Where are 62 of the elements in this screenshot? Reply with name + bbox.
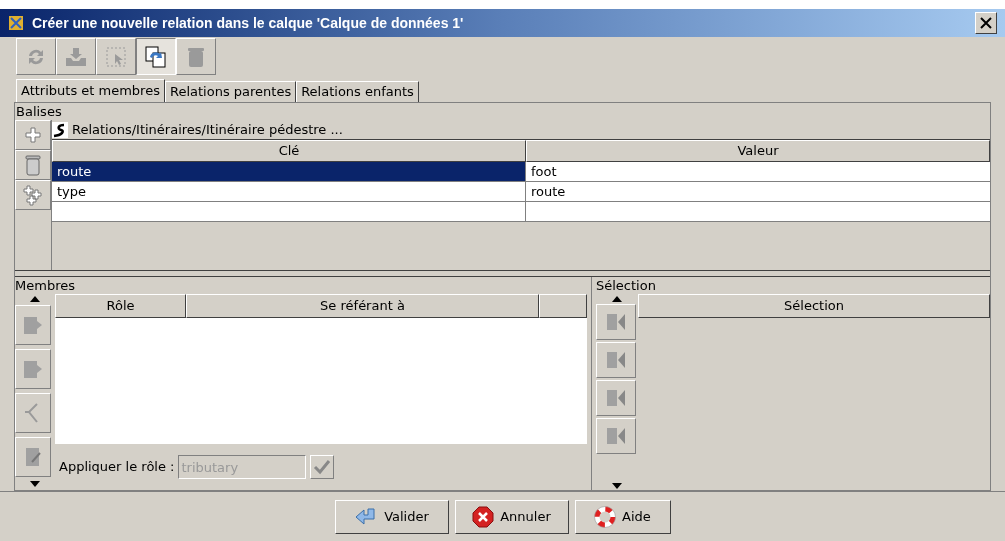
close-button[interactable] bbox=[975, 12, 997, 34]
delete-tag-button[interactable] bbox=[15, 150, 51, 180]
trash-icon bbox=[25, 154, 41, 176]
checkmark-icon bbox=[313, 459, 332, 475]
scroll-down-icon bbox=[30, 480, 40, 487]
member-action-button[interactable] bbox=[15, 437, 51, 477]
member-action-button[interactable] bbox=[15, 349, 51, 389]
dialog-button[interactable]: Aide bbox=[574, 499, 671, 534]
hiking-route-icon bbox=[52, 121, 68, 138]
table-cell-text: route bbox=[530, 183, 567, 201]
column-header[interactable]: Valeur bbox=[526, 140, 990, 162]
insert-member-icon bbox=[605, 312, 627, 332]
dialog-button[interactable]: Annuler bbox=[454, 499, 569, 534]
section-title: Sélection bbox=[596, 277, 657, 294]
add-to-relation-button[interactable] bbox=[596, 304, 636, 340]
apply-role-button[interactable] bbox=[310, 455, 335, 479]
lifebuoy-icon bbox=[594, 505, 617, 528]
section-title: Balises bbox=[15, 103, 63, 120]
add-to-relation-button[interactable] bbox=[596, 380, 636, 416]
cancel-icon bbox=[472, 505, 495, 528]
add-to-relation-button[interactable] bbox=[596, 342, 636, 378]
column-header[interactable]: Se référant à bbox=[186, 294, 539, 318]
plus-cluster-icon bbox=[22, 184, 44, 206]
table-cell-text: foot bbox=[530, 163, 558, 181]
column-header[interactable] bbox=[539, 294, 587, 318]
section-title: Membres bbox=[15, 277, 76, 294]
member-action-button[interactable] bbox=[15, 305, 51, 345]
app-icon bbox=[8, 15, 24, 31]
table-row[interactable]: type route bbox=[52, 182, 990, 202]
column-header[interactable]: Rôle bbox=[55, 294, 186, 318]
scroll-down-icon bbox=[612, 482, 622, 489]
edit-document-icon bbox=[24, 446, 42, 468]
dialog-button[interactable]: Valider bbox=[334, 499, 449, 534]
preset-path: Relations/Itinéraires/Itinéraire pédestre ... bbox=[72, 120, 343, 139]
member-action-button[interactable] bbox=[15, 393, 51, 433]
apply-role-label: Appliquer le rôle : bbox=[59, 458, 175, 477]
table-row[interactable]: route foot bbox=[52, 162, 990, 182]
insert-member-icon bbox=[605, 350, 627, 370]
add-tag-button[interactable] bbox=[15, 120, 51, 150]
trash-icon bbox=[187, 45, 205, 68]
selection-icon bbox=[105, 45, 127, 68]
tab[interactable]: Attributs et membres bbox=[16, 79, 165, 102]
toolbar-button[interactable] bbox=[136, 38, 176, 75]
scroll-up-icon bbox=[612, 295, 622, 302]
plus-icon bbox=[24, 126, 42, 144]
copy-icon bbox=[144, 44, 168, 69]
table-cell: type bbox=[52, 182, 526, 201]
column-header[interactable]: Clé bbox=[52, 140, 526, 162]
close-icon bbox=[979, 16, 993, 30]
document-arrow-icon bbox=[22, 314, 44, 336]
add-to-relation-button[interactable] bbox=[596, 418, 636, 454]
insert-member-icon bbox=[605, 388, 627, 408]
scroll-up-icon bbox=[30, 295, 40, 302]
tab[interactable]: Relations enfants bbox=[296, 81, 419, 102]
column-header[interactable]: Sélection bbox=[638, 294, 990, 318]
window-title: Créer une nouvelle relation dans le calque 'Calque de données 1' bbox=[32, 13, 464, 33]
document-arrow-icon bbox=[22, 358, 44, 380]
insert-member-icon bbox=[605, 426, 627, 446]
tray-icon bbox=[64, 45, 88, 68]
table-cell: route bbox=[52, 162, 526, 181]
tab[interactable]: Relations parentes bbox=[164, 81, 297, 102]
add-multiple-tags-button[interactable] bbox=[15, 180, 51, 210]
